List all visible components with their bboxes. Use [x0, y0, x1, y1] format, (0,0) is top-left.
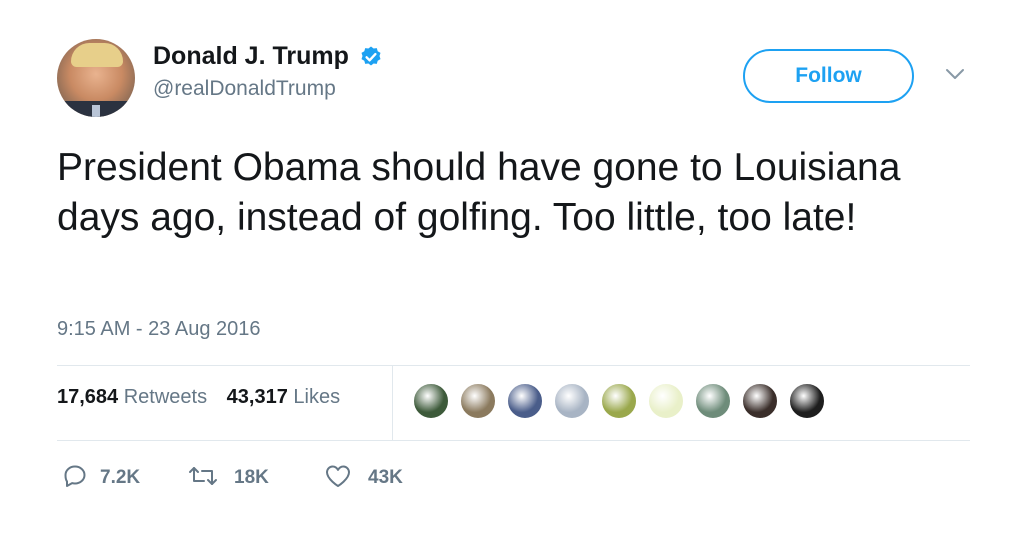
likes-count: 43,317: [226, 386, 288, 408]
retweet-count: 18K: [234, 467, 269, 488]
retweets-count: 17,684: [57, 386, 119, 408]
liker-avatar-1[interactable]: [412, 382, 450, 420]
reply-count: 7.2K: [100, 467, 141, 488]
verified-badge-icon: [361, 46, 381, 65]
liker-avatar-6[interactable]: [647, 382, 685, 420]
liker-avatar-7[interactable]: [694, 382, 732, 420]
liker-avatar-4[interactable]: [553, 382, 591, 420]
liker-avatar-9[interactable]: [788, 382, 826, 420]
tweet-card: Donald J. Trump @realDonaldTrump Follow …: [0, 0, 1024, 536]
retweets-label: Retweets: [123, 386, 208, 408]
like-action[interactable]: 43K: [324, 463, 424, 491]
liker-avatar-8[interactable]: [741, 382, 779, 420]
user-handle[interactable]: @realDonaldTrump: [153, 77, 383, 101]
reply-icon: [64, 465, 86, 487]
liker-avatar-3[interactable]: [506, 382, 544, 420]
retweets-stat[interactable]: 17,684 Retweets: [57, 386, 213, 408]
liker-avatar-2[interactable]: [459, 382, 497, 420]
heart-icon: [326, 465, 350, 487]
profile-avatar[interactable]: [57, 39, 135, 117]
follow-button[interactable]: Follow: [743, 49, 914, 103]
tweet-text: President Obama should have gone to Loui…: [57, 146, 901, 239]
chevron-down-icon[interactable]: [944, 66, 966, 82]
user-name-block: Donald J. Trump @realDonaldTrump: [153, 42, 383, 101]
tweet-stats: 17,684 Retweets 43,317 Likes: [57, 386, 354, 409]
retweet-icon: [189, 467, 217, 485]
likes-label: Likes: [293, 386, 341, 408]
divider-top: [57, 365, 970, 366]
divider-bottom: [57, 440, 970, 441]
like-count: 43K: [368, 467, 403, 488]
display-name[interactable]: Donald J. Trump: [153, 42, 349, 71]
liker-avatar-5[interactable]: [600, 382, 638, 420]
stats-divider: [392, 366, 393, 440]
tweet-timestamp[interactable]: 9:15 AM - 23 Aug 2016: [57, 318, 261, 341]
reply-action[interactable]: 7.2K: [62, 463, 152, 491]
likes-stat[interactable]: 43,317 Likes: [227, 386, 340, 408]
retweet-action[interactable]: 18K: [188, 463, 288, 491]
